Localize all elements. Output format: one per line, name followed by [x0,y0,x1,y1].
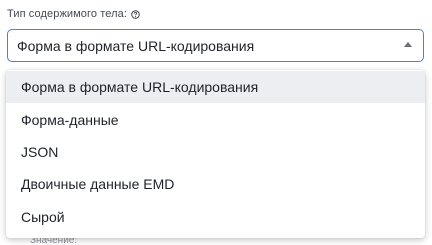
body-type-label-row: Тип содержимого тела: [7,8,140,20]
dropdown-option-raw[interactable]: Сырой [6,201,425,233]
body-type-selected-value: Форма в формате URL-кодирования [17,37,255,54]
body-type-dropdown-menu: Форма в формате URL-кодирования Форма-да… [6,70,425,238]
caret-up-icon [404,42,412,47]
body-type-label: Тип содержимого тела: [7,8,128,20]
dropdown-option-form-data[interactable]: Форма-данные [6,103,425,135]
body-type-panel: Тип содержимого тела: Форма в формате UR… [0,0,432,245]
body-type-select[interactable]: Форма в формате URL-кодирования [7,29,424,62]
dropdown-option-url-encoded[interactable]: Форма в формате URL-кодирования [6,71,425,104]
dropdown-option-json[interactable]: JSON [6,136,425,168]
dropdown-option-binary[interactable]: Двоичные данные EMD [6,168,425,200]
question-circle-icon[interactable] [131,9,140,19]
